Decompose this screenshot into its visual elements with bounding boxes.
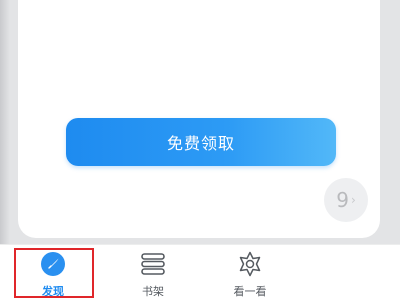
tab-bookshelf[interactable]: 书架 — [118, 251, 188, 299]
free-claim-button[interactable]: 免费领取 — [66, 118, 336, 166]
tab-label-bookshelf: 书架 — [142, 285, 164, 298]
counter-badge[interactable]: 9 › — [324, 178, 368, 222]
background-edge — [0, 0, 10, 244]
counter-badge-value: 9 — [336, 188, 349, 212]
bookshelf-icon — [140, 251, 166, 277]
selection-highlight — [14, 248, 94, 298]
tab-look[interactable]: 看一看 — [215, 251, 285, 299]
chevron-right-icon: › — [350, 193, 356, 207]
sparkle-icon — [237, 251, 263, 277]
free-claim-button-label: 免费领取 — [166, 134, 235, 153]
tab-label-look: 看一看 — [233, 285, 267, 298]
